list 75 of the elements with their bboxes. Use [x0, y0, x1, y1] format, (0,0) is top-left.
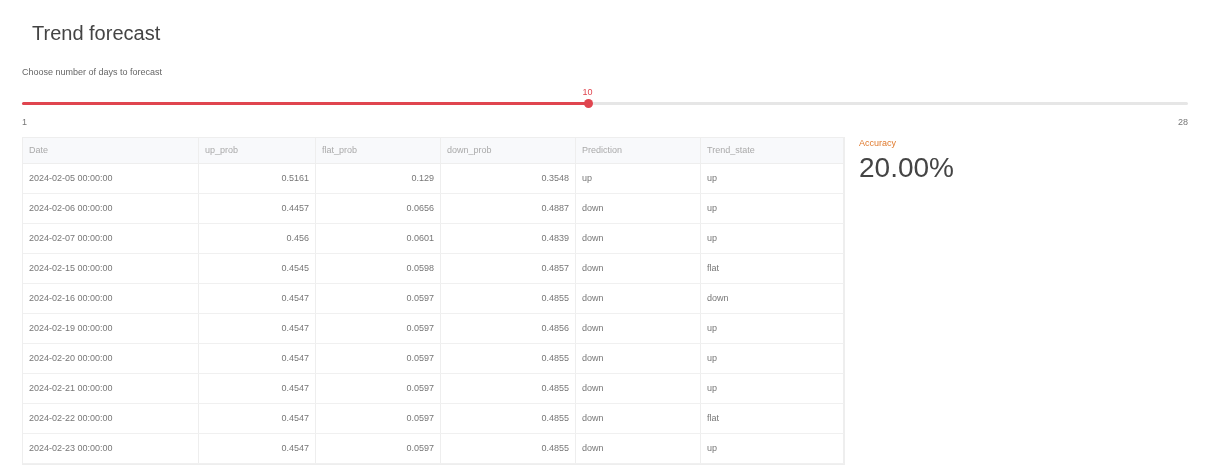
table-cell: down	[576, 254, 701, 283]
table-cell: 0.4839	[441, 224, 576, 253]
table-cell: down	[576, 404, 701, 433]
table-cell: up	[576, 164, 701, 193]
table-cell: 0.0598	[316, 254, 441, 283]
table-cell: 2024-02-15 00:00:00	[23, 254, 199, 283]
table-cell: 0.0597	[316, 284, 441, 313]
column-header[interactable]: Prediction	[576, 138, 701, 163]
slider-max: 28	[1178, 115, 1188, 129]
table-cell: 0.3548	[441, 164, 576, 193]
slider-thumb[interactable]	[583, 98, 593, 108]
table-cell: flat	[701, 404, 844, 433]
table-cell: up	[701, 194, 844, 223]
metric-value: 20.00%	[859, 150, 954, 185]
table-cell: 0.4547	[199, 374, 316, 403]
table-cell: 2024-02-20 00:00:00	[23, 344, 199, 373]
table-cell: 0.0601	[316, 224, 441, 253]
table-cell: 2024-02-23 00:00:00	[23, 434, 199, 463]
table-cell: 0.4855	[441, 344, 576, 373]
table-cell: 0.5161	[199, 164, 316, 193]
metric-label: Accuracy	[859, 137, 896, 150]
table-cell: down	[576, 344, 701, 373]
table-cell: 0.129	[316, 164, 441, 193]
table-cell: 0.4857	[441, 254, 576, 283]
table-cell: up	[701, 434, 844, 463]
table-cell: 0.4855	[441, 434, 576, 463]
table-cell: 0.4457	[199, 194, 316, 223]
table-cell: 2024-02-19 00:00:00	[23, 314, 199, 343]
table-cell: 0.4547	[199, 404, 316, 433]
table-cell: down	[701, 284, 844, 313]
table-cell: 2024-02-21 00:00:00	[23, 374, 199, 403]
column-header[interactable]: down_prob	[441, 138, 576, 163]
table-cell: 0.4547	[199, 344, 316, 373]
column-header[interactable]: flat_prob	[316, 138, 441, 163]
table-cell: 0.0597	[316, 344, 441, 373]
slider-min: 1	[22, 115, 27, 129]
table-cell: 0.0597	[316, 314, 441, 343]
table-cell: up	[701, 164, 844, 193]
page-title: Trend forecast	[32, 21, 161, 46]
table-cell: flat	[701, 254, 844, 283]
column-header[interactable]: up_prob	[199, 138, 316, 163]
table-cell: 0.0597	[316, 404, 441, 433]
table-cell: 2024-02-07 00:00:00	[23, 224, 199, 253]
table-cell: 0.4545	[199, 254, 316, 283]
table-cell: 2024-02-16 00:00:00	[23, 284, 199, 313]
table-cell: down	[576, 194, 701, 223]
table-cell: down	[576, 314, 701, 343]
table-cell: up	[701, 374, 844, 403]
table-cell: 0.4547	[199, 434, 316, 463]
table-cell: 0.0597	[316, 434, 441, 463]
table-cell: 2024-02-22 00:00:00	[23, 404, 199, 433]
table-cell: 0.4855	[441, 284, 576, 313]
table-cell: 0.4856	[441, 314, 576, 343]
table-cell: 0.4887	[441, 194, 576, 223]
column-header[interactable]: Date	[23, 138, 199, 163]
column-header[interactable]: Trend_state	[701, 138, 844, 163]
table-cell: 2024-02-06 00:00:00	[23, 194, 199, 223]
table-cell: 0.4855	[441, 374, 576, 403]
table-cell: up	[701, 314, 844, 343]
table-cell: 0.456	[199, 224, 316, 253]
table-cell: 0.0656	[316, 194, 441, 223]
slider-value: 10	[582, 85, 593, 99]
table-cell: 0.0597	[316, 374, 441, 403]
table-cell: up	[701, 224, 844, 253]
table-cell: 0.4855	[441, 404, 576, 433]
table-cell: 2024-02-05 00:00:00	[23, 164, 199, 193]
table-cell: 0.4547	[199, 314, 316, 343]
table-cell: down	[576, 434, 701, 463]
table-cell: down	[576, 374, 701, 403]
slider-track[interactable]	[22, 101, 1188, 105]
table-cell: 0.4547	[199, 284, 316, 313]
table-cell: down	[576, 224, 701, 253]
table-cell: up	[701, 344, 844, 373]
table-cell: down	[576, 284, 701, 313]
slider-label: Choose number of days to forecast	[22, 66, 163, 79]
